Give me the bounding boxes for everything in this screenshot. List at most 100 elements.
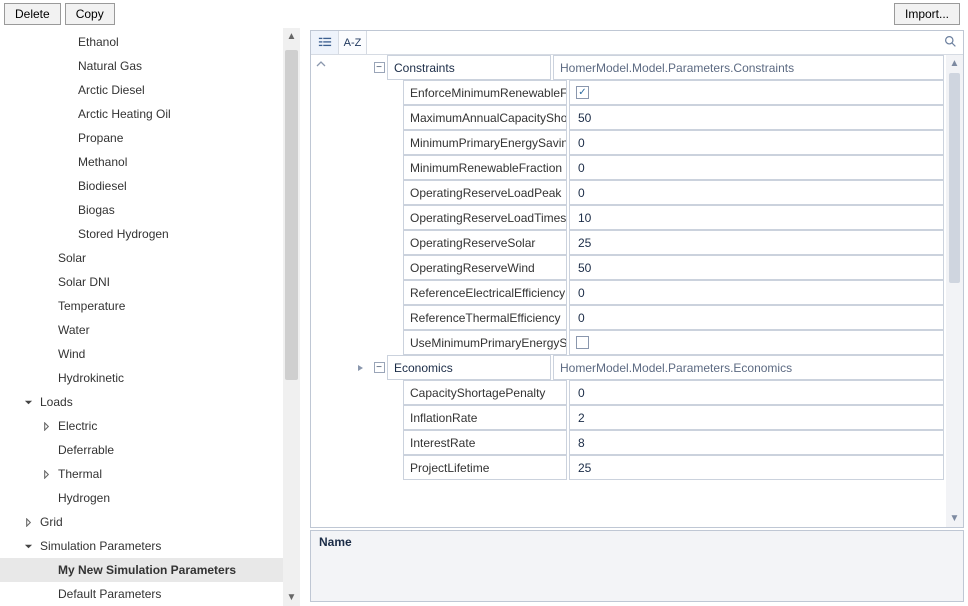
property-row[interactable]: EnforceMinimumRenewableFrac [351, 80, 946, 105]
property-category-row[interactable]: −EconomicsHomerModel.Model.Parameters.Ec… [351, 355, 946, 380]
category-expander-icon[interactable]: − [371, 355, 387, 380]
property-row[interactable]: ProjectLifetime [351, 455, 946, 480]
copy-button[interactable]: Copy [65, 3, 115, 25]
tree-item[interactable]: Biogas [0, 198, 283, 222]
tree-expander [40, 372, 52, 384]
property-value-cell[interactable] [569, 205, 944, 230]
property-row[interactable]: OperatingReserveWind [351, 255, 946, 280]
property-value-cell[interactable] [569, 405, 944, 430]
property-row[interactable]: MaximumAnnualCapacityShorta [351, 105, 946, 130]
property-value-input[interactable] [576, 435, 937, 451]
property-value-input[interactable] [576, 285, 937, 301]
property-value-cell[interactable] [569, 255, 944, 280]
tree-expander-open-icon[interactable] [22, 540, 34, 552]
tree-item-label: Biogas [74, 203, 115, 217]
property-value-cell[interactable] [569, 130, 944, 155]
tree-item[interactable]: Hydrogen [0, 486, 283, 510]
scrollbar-thumb[interactable] [949, 73, 960, 283]
checkbox-checked-icon[interactable] [576, 86, 589, 99]
property-value-cell[interactable] [569, 230, 944, 255]
categorized-view-button[interactable] [311, 31, 339, 54]
property-row[interactable]: OperatingReserveLoadPeak [351, 180, 946, 205]
property-grid-scrollbar[interactable]: ▲ ▼ [946, 55, 963, 527]
tree-item[interactable]: Simulation Parameters [0, 534, 283, 558]
scroll-down-arrow-icon[interactable]: ▼ [946, 510, 963, 527]
property-description-title: Name [319, 535, 955, 549]
property-value-input[interactable] [576, 160, 937, 176]
property-value-cell[interactable] [569, 305, 944, 330]
property-value-cell[interactable] [569, 105, 944, 130]
property-row[interactable]: MinimumRenewableFraction [351, 155, 946, 180]
scrollbar-thumb[interactable] [285, 50, 298, 380]
category-expander-icon[interactable]: − [371, 55, 387, 80]
tree-item[interactable]: Biodiesel [0, 174, 283, 198]
scroll-up-arrow-icon[interactable]: ▲ [283, 28, 300, 45]
property-value-input[interactable] [576, 210, 937, 226]
property-value-input[interactable] [576, 460, 937, 476]
property-row[interactable]: OperatingReserveLoadTimestep [351, 205, 946, 230]
tree-item[interactable]: Solar DNI [0, 270, 283, 294]
property-row[interactable]: UseMinimumPrimaryEnergySavin [351, 330, 946, 355]
search-icon[interactable] [944, 35, 957, 51]
tree-item[interactable]: Default Parameters [0, 582, 283, 606]
tree-expander-closed-icon[interactable] [40, 420, 52, 432]
tree-item[interactable]: Natural Gas [0, 54, 283, 78]
property-value-input[interactable] [576, 110, 937, 126]
property-value-input[interactable] [576, 185, 937, 201]
tree-item[interactable]: Wind [0, 342, 283, 366]
property-value-cell[interactable] [569, 180, 944, 205]
property-value-input[interactable] [576, 235, 937, 251]
tree-item[interactable]: Electric [0, 414, 283, 438]
property-value-input[interactable] [576, 260, 937, 276]
property-row[interactable]: InflationRate [351, 405, 946, 430]
tree-item[interactable]: Solar [0, 246, 283, 270]
tree-item[interactable]: My New Simulation Parameters [0, 558, 283, 582]
tree-item[interactable]: Deferrable [0, 438, 283, 462]
property-row[interactable]: MinimumPrimaryEnergySavings [351, 130, 946, 155]
property-row[interactable]: OperatingReserveSolar [351, 230, 946, 255]
navigation-tree[interactable]: EthanolNatural GasArctic DieselArctic He… [0, 28, 283, 606]
tree-item[interactable]: Stored Hydrogen [0, 222, 283, 246]
alphabetical-view-button[interactable]: A-Z [339, 31, 367, 54]
property-value-cell[interactable] [569, 330, 944, 355]
property-category-row[interactable]: −ConstraintsHomerModel.Model.Parameters.… [351, 55, 946, 80]
property-value-cell[interactable] [569, 380, 944, 405]
tree-item[interactable]: Arctic Heating Oil [0, 102, 283, 126]
tree-expander [40, 588, 52, 600]
property-value-cell[interactable] [569, 155, 944, 180]
tree-item-label: Water [54, 323, 90, 337]
tree-expander-closed-icon[interactable] [40, 468, 52, 480]
tree-item[interactable]: Arctic Diesel [0, 78, 283, 102]
property-value-cell[interactable] [569, 430, 944, 455]
property-row[interactable]: InterestRate [351, 430, 946, 455]
property-value-cell[interactable] [569, 80, 944, 105]
property-value-input[interactable] [576, 410, 937, 426]
property-value-cell[interactable] [569, 455, 944, 480]
property-value-input[interactable] [576, 385, 937, 401]
tree-item[interactable]: Ethanol [0, 30, 283, 54]
tree-item[interactable]: Grid [0, 510, 283, 534]
property-row[interactable]: CapacityShortagePenalty [351, 380, 946, 405]
property-value-input[interactable] [576, 135, 937, 151]
property-description-panel: Name [310, 530, 964, 602]
property-row[interactable]: ReferenceElectricalEfficiency [351, 280, 946, 305]
property-row[interactable]: ReferenceThermalEfficiency [351, 305, 946, 330]
tree-scrollbar[interactable]: ▲ ▼ [283, 28, 300, 606]
checkbox-unchecked-icon[interactable] [576, 336, 589, 349]
tree-item[interactable]: Temperature [0, 294, 283, 318]
delete-button[interactable]: Delete [4, 3, 61, 25]
tree-item[interactable]: Water [0, 318, 283, 342]
property-value-cell[interactable] [569, 280, 944, 305]
tree-item[interactable]: Hydrokinetic [0, 366, 283, 390]
property-search-input[interactable] [367, 31, 963, 54]
scroll-up-arrow-icon[interactable]: ▲ [946, 55, 963, 72]
tree-expander-closed-icon[interactable] [22, 516, 34, 528]
property-value-input[interactable] [576, 310, 937, 326]
tree-item[interactable]: Thermal [0, 462, 283, 486]
tree-item[interactable]: Loads [0, 390, 283, 414]
import-button[interactable]: Import... [894, 3, 960, 25]
tree-item[interactable]: Propane [0, 126, 283, 150]
tree-item[interactable]: Methanol [0, 150, 283, 174]
scroll-down-arrow-icon[interactable]: ▼ [283, 589, 300, 606]
tree-expander-open-icon[interactable] [22, 396, 34, 408]
